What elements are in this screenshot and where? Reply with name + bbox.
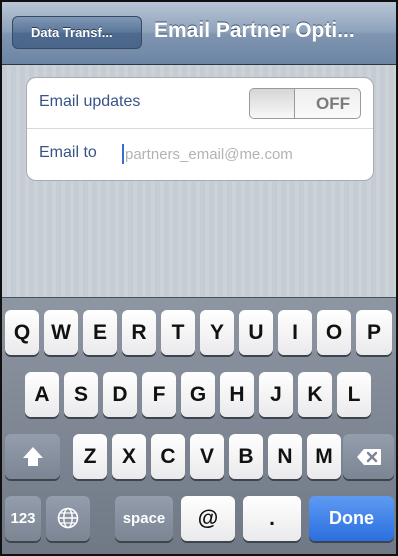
key-q[interactable]: Q: [5, 310, 39, 355]
key-d[interactable]: D: [103, 372, 137, 417]
email-to-label: Email to: [39, 144, 97, 161]
shift-key[interactable]: [5, 434, 60, 479]
key-a[interactable]: A: [25, 372, 59, 417]
key-r[interactable]: R: [122, 310, 156, 355]
globe-key[interactable]: [46, 496, 90, 541]
email-updates-toggle[interactable]: OFF: [249, 88, 361, 119]
key-b[interactable]: B: [229, 434, 263, 479]
email-updates-row: Email updates OFF: [27, 78, 373, 129]
email-to-row: Email to: [27, 129, 373, 180]
on-screen-keyboard: Q W E R T Y U I O P A S D F G H J K L Z …: [2, 297, 396, 554]
key-u[interactable]: U: [239, 310, 273, 355]
delete-backspace-icon: [357, 449, 381, 465]
key-v[interactable]: V: [190, 434, 224, 479]
dot-key[interactable]: .: [243, 496, 301, 541]
globe-icon: [57, 507, 79, 529]
toggle-state-label: OFF: [316, 94, 350, 113]
app-screen: Data Transf... Email Partner Opti... Ema…: [0, 0, 398, 556]
key-c[interactable]: C: [151, 434, 185, 479]
navigation-bar: Data Transf... Email Partner Opti...: [2, 2, 396, 65]
key-n[interactable]: N: [268, 434, 302, 479]
key-o[interactable]: O: [317, 310, 351, 355]
at-key[interactable]: @: [181, 496, 235, 541]
email-field[interactable]: [125, 142, 355, 166]
toggle-knob: [250, 89, 295, 118]
key-j[interactable]: J: [259, 372, 293, 417]
key-z[interactable]: Z: [73, 434, 107, 479]
key-p[interactable]: P: [356, 310, 392, 355]
key-s[interactable]: S: [64, 372, 98, 417]
text-cursor: [122, 144, 124, 164]
page-title: Email Partner Opti...: [154, 19, 355, 42]
email-updates-label: Email updates: [39, 93, 141, 110]
key-m[interactable]: M: [307, 434, 341, 479]
key-f[interactable]: F: [142, 372, 176, 417]
key-g[interactable]: G: [181, 372, 215, 417]
delete-key[interactable]: [343, 434, 394, 479]
space-key[interactable]: space: [115, 496, 173, 541]
back-button[interactable]: Data Transf...: [12, 16, 142, 49]
key-i[interactable]: I: [278, 310, 312, 355]
key-k[interactable]: K: [298, 372, 332, 417]
key-w[interactable]: W: [44, 310, 78, 355]
numbers-key[interactable]: 123: [5, 496, 41, 541]
key-x[interactable]: X: [112, 434, 146, 479]
settings-group: Email updates OFF Email to: [26, 77, 374, 181]
key-l[interactable]: L: [337, 372, 371, 417]
key-y[interactable]: Y: [200, 310, 234, 355]
key-t[interactable]: T: [161, 310, 195, 355]
settings-content: Email updates OFF Email to: [2, 65, 396, 297]
key-e[interactable]: E: [83, 310, 117, 355]
done-button[interactable]: Done: [309, 496, 394, 541]
key-h[interactable]: H: [220, 372, 254, 417]
